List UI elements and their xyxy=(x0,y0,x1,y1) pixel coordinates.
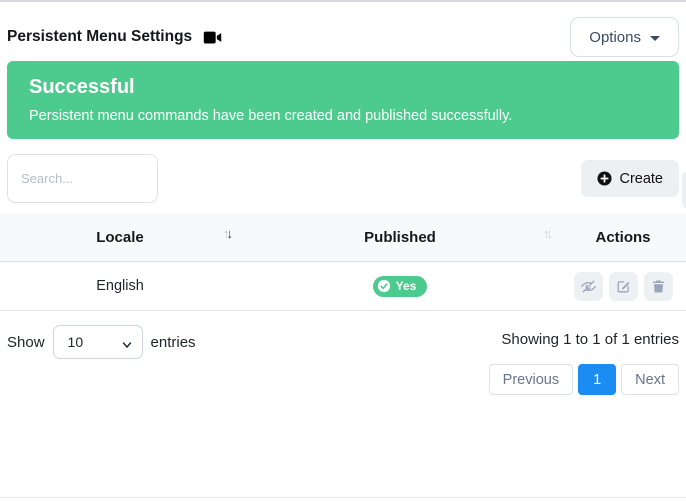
next-page-button[interactable]: Next xyxy=(621,364,679,395)
eye-slash-icon xyxy=(580,278,597,295)
showing-entries-text: Showing 1 to 1 of 1 entries xyxy=(501,331,679,348)
options-button[interactable]: Options xyxy=(570,17,679,57)
edit-icon xyxy=(615,278,632,295)
video-camera-icon xyxy=(203,29,222,46)
options-button-label: Options xyxy=(589,29,641,46)
column-header-published[interactable]: Published ↑↓ xyxy=(240,213,560,261)
table-toolbar: Create xyxy=(7,154,679,203)
clipped-edge-element xyxy=(682,172,686,208)
create-button[interactable]: Create xyxy=(581,160,679,197)
locale-value: English xyxy=(96,278,144,294)
published-badge-label: Yes xyxy=(396,279,417,293)
table-row: English Yes xyxy=(0,262,686,311)
row-actions xyxy=(574,272,673,301)
trash-icon xyxy=(650,278,667,295)
page-title: Persistent Menu Settings xyxy=(7,28,192,46)
persistent-menu-settings-page: Persistent Menu Settings Options Success… xyxy=(0,2,686,395)
column-header-actions: Actions xyxy=(560,213,686,261)
create-button-label: Create xyxy=(619,171,663,187)
search-input[interactable] xyxy=(7,154,158,203)
bottom-border-line xyxy=(0,497,686,498)
entries-label: entries xyxy=(151,334,196,351)
published-badge: Yes xyxy=(373,276,428,297)
page-header: Persistent Menu Settings Options xyxy=(7,2,679,59)
sort-icon: ↑↓ xyxy=(543,226,550,241)
delete-button[interactable] xyxy=(644,272,673,301)
unpublish-button[interactable] xyxy=(574,272,603,301)
page-size-select[interactable]: 10 xyxy=(53,325,143,359)
alert-message: Persistent menu commands have been creat… xyxy=(29,108,657,124)
page-1-button[interactable]: 1 xyxy=(578,364,616,395)
edit-button[interactable] xyxy=(609,272,638,301)
alert-title: Successful xyxy=(29,76,657,99)
column-header-locale[interactable]: Locale ↑↓ xyxy=(0,213,240,261)
page-length-control: Show 10 entries xyxy=(7,325,196,359)
show-label: Show xyxy=(7,334,45,351)
previous-page-button[interactable]: Previous xyxy=(489,364,573,395)
pagination: Previous 1 Next xyxy=(489,364,679,395)
locales-table: Locale ↑↓ Published ↑↓ Actions English xyxy=(0,213,686,311)
check-circle-icon xyxy=(377,279,391,293)
plus-circle-icon xyxy=(597,171,612,186)
table-header-row: Locale ↑↓ Published ↑↓ Actions xyxy=(0,213,686,262)
sort-icon: ↑↓ xyxy=(223,226,230,241)
caret-down-icon xyxy=(650,36,660,41)
table-footer: Show 10 entries Showing 1 to 1 of 1 entr… xyxy=(7,325,679,395)
success-alert: Successful Persistent menu commands have… xyxy=(7,61,679,139)
